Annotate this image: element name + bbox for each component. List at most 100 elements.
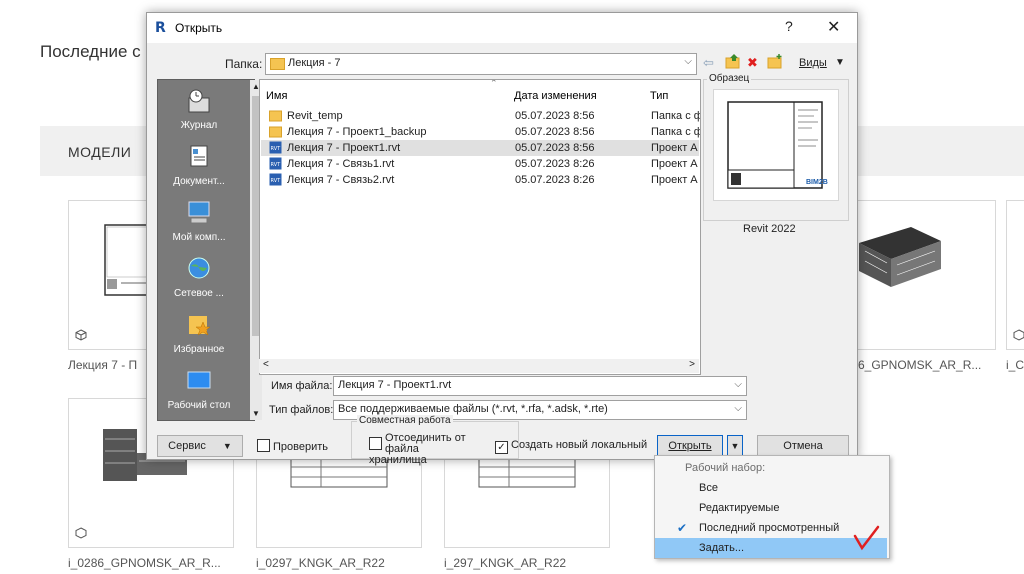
filename-input[interactable]: Лекция 7 - Проект1.rvt ⌵ <box>333 376 747 396</box>
detach-label: Отсоединить от файла хранилища <box>369 432 466 466</box>
scroll-left-icon[interactable]: < <box>263 359 269 370</box>
computer-icon <box>188 201 210 224</box>
filename-label: Имя файла: <box>271 380 333 392</box>
place-favorites[interactable]: Избранное <box>158 312 240 355</box>
create-local-label: Создать новый локальный <box>511 439 648 451</box>
service-button[interactable]: Сервис ▼ <box>157 435 243 457</box>
column-name[interactable]: Имя <box>266 90 287 102</box>
svg-text:RVT: RVT <box>271 146 282 152</box>
views-chevron-icon[interactable]: ▼ <box>835 53 845 73</box>
menu-item-all[interactable]: Все <box>655 478 887 498</box>
detach-checkbox[interactable]: Отсоединить от файла хранилища <box>369 433 479 466</box>
close-button[interactable]: ✕ <box>827 17 840 37</box>
place-computer[interactable]: Мой комп... <box>158 200 240 243</box>
scroll-right-icon[interactable]: > <box>689 359 695 370</box>
models-label: МОДЕЛИ <box>68 144 132 160</box>
model-label: i_0286_GPNOMSK_AR_R... <box>68 556 221 570</box>
file-type: Проект А <box>651 142 698 154</box>
file-name: Лекция 7 - Связь1.rvt <box>287 158 395 170</box>
chevron-down-icon[interactable]: ⌵ <box>734 379 742 390</box>
menu-header-label: Рабочий набор: <box>685 462 766 474</box>
menu-item-editable[interactable]: Редактируемые <box>655 498 887 518</box>
folder-label: Папка: <box>225 57 263 71</box>
checkbox-box[interactable] <box>369 437 382 450</box>
rvt-file-icon: RVT <box>269 157 282 170</box>
place-label: Рабочий стол <box>167 400 231 411</box>
scroll-down-icon[interactable]: ▼ <box>252 409 260 418</box>
filetype-label: Тип файлов: <box>269 404 334 416</box>
model-label: 6_GPNOMSK_AR_R... <box>858 358 982 372</box>
preview-logo: BIM2B <box>806 179 828 186</box>
filename-value: Лекция 7 - Проект1.rvt <box>338 379 452 391</box>
menu-header: Рабочий набор: <box>655 458 887 478</box>
menu-item-label: Задать... <box>699 542 744 554</box>
up-folder-icon <box>725 54 740 69</box>
sort-arrow-icon: ⌃ <box>490 79 498 88</box>
preview-label: Образец <box>707 73 752 84</box>
open-dropdown-button[interactable]: ▼ <box>727 435 743 457</box>
create-local-checkbox[interactable]: ✓ Создать новый локальный <box>495 439 647 454</box>
file-row[interactable]: Revit_temp 05.07.2023 8:56 Папка с ф <box>261 108 700 124</box>
new-folder-icon <box>767 54 782 69</box>
file-name: Лекция 7 - Проект1_backup <box>287 126 427 138</box>
checkbox-checked-icon[interactable]: ✓ <box>495 441 508 454</box>
audit-label: Проверить <box>273 441 329 453</box>
help-button[interactable]: ? <box>785 18 793 34</box>
model-cube-icon <box>1013 329 1024 341</box>
folder-icon <box>269 126 282 138</box>
views-menu[interactable]: Виды <box>799 53 827 73</box>
dialog-title: Открыть <box>175 21 223 35</box>
chevron-down-icon: ▼ <box>222 441 232 451</box>
open-button[interactable]: Открыть <box>657 435 723 457</box>
file-row-selected[interactable]: RVT Лекция 7 - Проект1.rvt 05.07.2023 8:… <box>261 140 699 156</box>
file-row[interactable]: RVT Лекция 7 - Связь1.rvt 05.07.2023 8:2… <box>261 156 699 172</box>
file-date: 05.07.2023 8:56 <box>515 126 595 138</box>
model-thumbnail[interactable] <box>1006 200 1024 350</box>
place-history[interactable]: Журнал <box>158 88 240 131</box>
audit-checkbox[interactable]: Проверить <box>257 439 328 453</box>
file-date: 05.07.2023 8:26 <box>515 158 595 170</box>
model-label: Лекция 7 - П <box>68 358 138 372</box>
up-folder-button[interactable] <box>725 53 741 73</box>
checkmark-icon: ✔ <box>677 521 688 535</box>
chevron-down-icon[interactable]: ⌵ <box>734 403 742 414</box>
new-folder-button[interactable] <box>767 53 783 73</box>
folder-combo[interactable]: Лекция - 7 ⌵ <box>265 53 697 75</box>
favorites-icon <box>189 316 211 336</box>
recent-section-title: Последние с <box>40 42 141 61</box>
file-list-hscrollbar[interactable]: < > <box>259 359 699 373</box>
folder-value: Лекция - 7 <box>288 57 341 69</box>
file-type: Папка с ф <box>651 126 701 138</box>
place-label: Документ... <box>173 176 225 187</box>
file-name: Лекция 7 - Связь2.rvt <box>287 174 395 186</box>
place-documents[interactable]: Документ... <box>158 144 240 187</box>
place-network[interactable]: Сетевое ... <box>158 256 240 299</box>
filetype-value: Все поддерживаемые файлы (*.rvt, *.rfa, … <box>338 403 608 415</box>
menu-item-label: Все <box>699 482 718 494</box>
back-icon[interactable]: ⇦ <box>703 53 714 73</box>
chevron-down-icon: ⌵ <box>684 56 692 67</box>
preview-image: BIM2B <box>713 89 839 201</box>
revit-version: Revit 2022 <box>743 223 796 235</box>
network-icon <box>188 257 210 279</box>
column-type[interactable]: Тип <box>650 90 668 102</box>
file-row[interactable]: Лекция 7 - Проект1_backup 05.07.2023 8:5… <box>261 124 701 140</box>
cancel-button[interactable]: Отмена <box>757 435 849 457</box>
service-label: Сервис <box>168 440 206 452</box>
file-name: Revit_temp <box>287 110 343 122</box>
revit-logo-icon: R <box>155 20 166 36</box>
file-date: 05.07.2023 8:56 <box>515 110 595 122</box>
places-sidebar: Журнал Документ... Мой комп... Сетевое .… <box>157 79 262 421</box>
desktop-icon <box>187 371 211 389</box>
folder-icon <box>270 58 285 70</box>
folder-icon <box>269 110 282 122</box>
file-name: Лекция 7 - Проект1.rvt <box>287 142 401 154</box>
history-icon <box>188 89 210 113</box>
menu-item-label: Редактируемые <box>699 502 780 514</box>
place-desktop[interactable]: Рабочий стол <box>158 368 240 411</box>
checkbox-box[interactable] <box>257 439 270 452</box>
collaboration-label: Совместная работа <box>357 415 453 426</box>
column-date[interactable]: Дата изменения <box>514 90 597 102</box>
delete-icon[interactable]: ✖ <box>747 53 758 73</box>
file-row[interactable]: RVT Лекция 7 - Связь2.rvt 05.07.2023 8:2… <box>261 172 699 188</box>
